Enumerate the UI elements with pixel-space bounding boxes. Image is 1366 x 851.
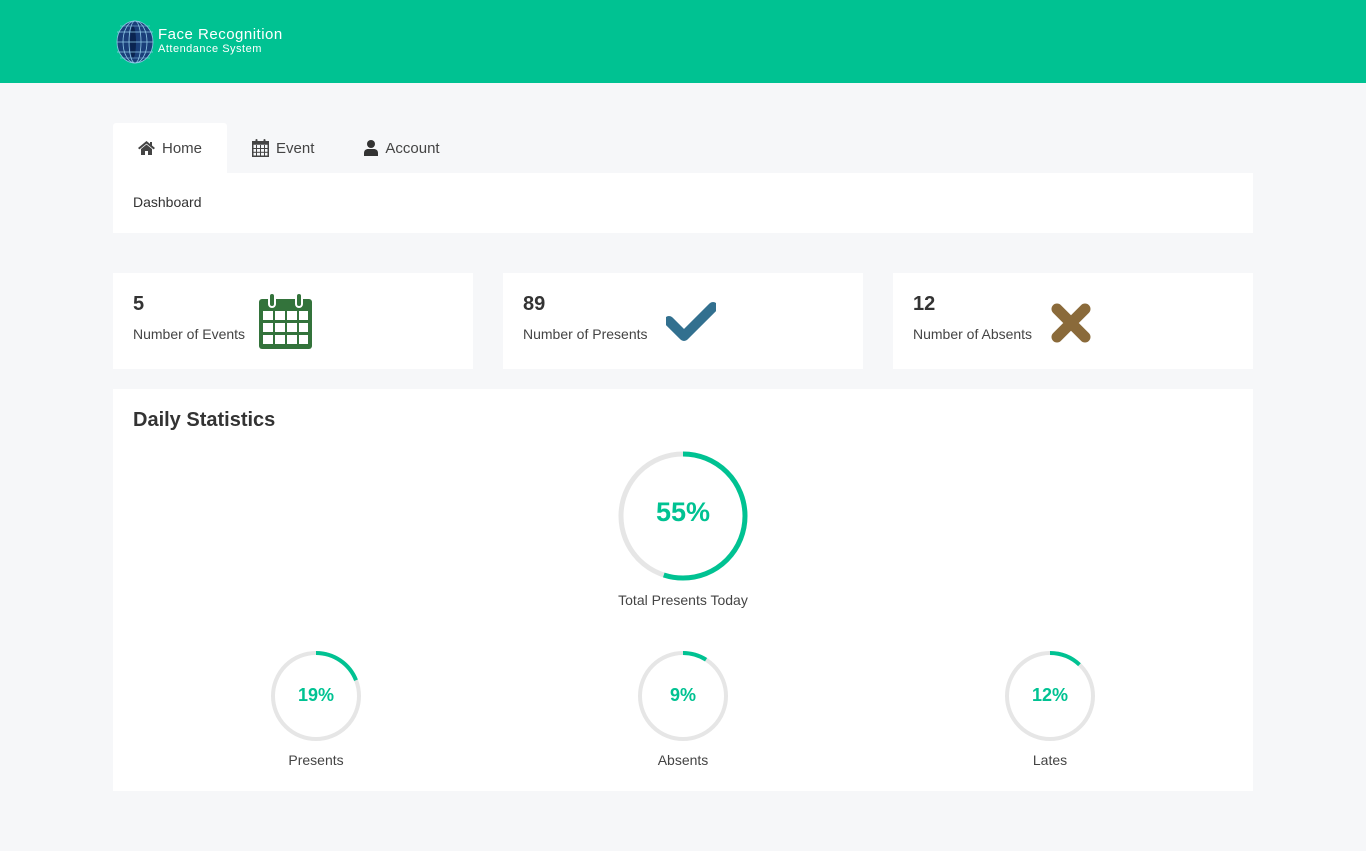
lates-percent: 12% <box>1031 685 1069 705</box>
user-icon <box>364 140 379 156</box>
events-count: 5 <box>133 293 145 315</box>
home-tab-panel: Dashboard <box>113 173 1253 233</box>
summary-cards: 5 Number of Events 89 Number of Presents… <box>113 273 1253 369</box>
tab-home-label: Home <box>162 139 203 157</box>
lates-gauge: 12% Lates <box>1004 650 1096 768</box>
tab-account-label: Account <box>385 139 440 157</box>
logo-text: Face Recognition Attendance System <box>158 26 283 55</box>
absents-gauge: 9% Absents <box>637 650 729 768</box>
top-header-bar: Face Recognition Attendance System <box>0 0 1366 83</box>
calendar-icon <box>252 139 270 157</box>
total-presents-percent: 55% <box>655 497 711 527</box>
calendar-icon <box>259 292 312 349</box>
logo-title: Face Recognition <box>158 26 283 43</box>
absents-card: 12 Number of Absents <box>893 273 1253 369</box>
absents-label: Number of Absents <box>913 326 1033 342</box>
presents-percent: 19% <box>297 685 335 705</box>
logo-subtitle: Attendance System <box>158 43 262 55</box>
app-logo[interactable]: Face Recognition Attendance System <box>116 19 283 65</box>
absents-label: Absents <box>657 752 709 768</box>
tab-event-label: Event <box>276 139 315 157</box>
daily-statistics-panel: Daily Statistics 55% Total Presents Toda… <box>113 389 1253 791</box>
globe-logo-icon <box>116 20 154 64</box>
daily-statistics-title: Daily Statistics <box>133 409 276 431</box>
main-tabs: Home Event Account <box>113 123 465 173</box>
close-icon <box>1051 303 1091 343</box>
tab-account[interactable]: Account <box>339 123 464 173</box>
lates-label: Lates <box>1032 752 1068 768</box>
tab-home[interactable]: Home <box>113 123 228 173</box>
presents-label: Number of Presents <box>523 326 648 342</box>
absents-count: 12 <box>913 293 936 315</box>
total-presents-gauge: 55% Total Presents Today <box>616 449 750 608</box>
presents-gauge: 19% Presents <box>270 650 362 768</box>
absents-percent: 9% <box>669 685 696 705</box>
events-label: Number of Events <box>133 326 246 342</box>
total-presents-label: Total Presents Today <box>618 592 748 608</box>
check-icon <box>666 302 716 341</box>
presents-count: 89 <box>523 293 546 315</box>
home-icon <box>138 141 155 155</box>
events-card: 5 Number of Events <box>113 273 473 369</box>
breadcrumb: Dashboard <box>133 194 202 210</box>
presents-card: 89 Number of Presents <box>503 273 863 369</box>
tab-event[interactable]: Event <box>227 123 339 173</box>
presents-label: Presents <box>288 752 344 768</box>
